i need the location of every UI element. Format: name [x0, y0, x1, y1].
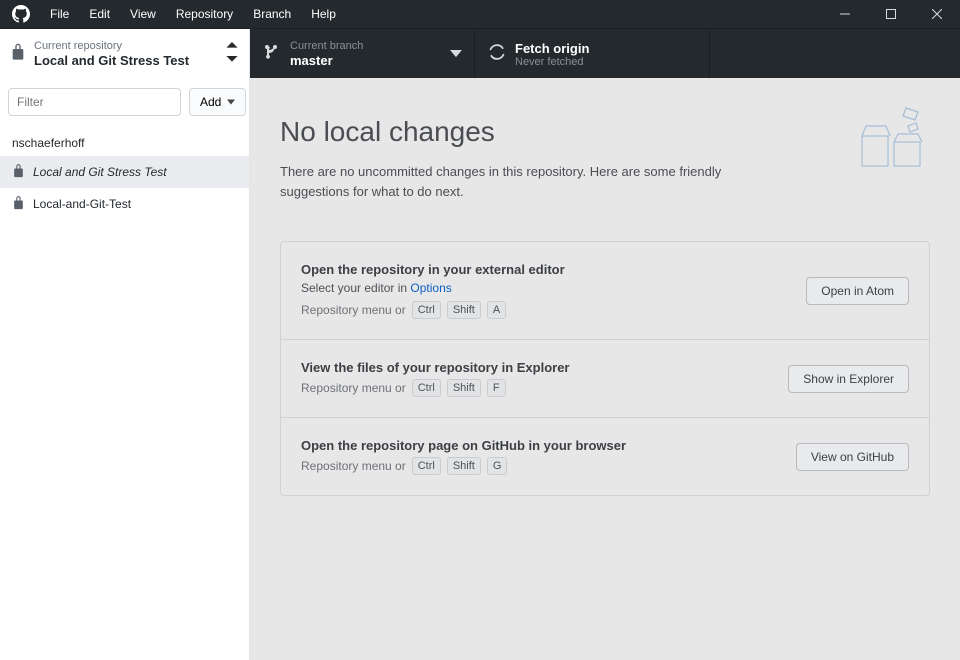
- github-logo-icon: [12, 5, 30, 23]
- menu-view[interactable]: View: [120, 0, 166, 28]
- menu-edit[interactable]: Edit: [79, 0, 120, 28]
- kbd-key: Ctrl: [412, 379, 441, 397]
- card-subtext: Select your editor in Options: [301, 281, 565, 295]
- menu-repository[interactable]: Repository: [166, 0, 243, 28]
- card-title: Open the repository page on GitHub in yo…: [301, 438, 626, 453]
- card-hint: Repository menu or Ctrl Shift A: [301, 301, 565, 319]
- sidebar: Add nschaeferhoff Local and Git Stress T…: [0, 78, 250, 660]
- sync-icon: [489, 44, 505, 63]
- kbd-key: Shift: [447, 301, 481, 319]
- fetch-status: Never fetched: [515, 56, 589, 68]
- fetch-button[interactable]: Fetch origin Never fetched: [475, 29, 710, 78]
- toolbar: Current repository Local and Git Stress …: [0, 28, 960, 78]
- menu-file[interactable]: File: [40, 0, 79, 28]
- chevron-down-icon: [227, 98, 235, 106]
- page-title: No local changes: [280, 116, 930, 148]
- options-link[interactable]: Options: [410, 281, 451, 295]
- kbd-key: Ctrl: [412, 457, 441, 475]
- lock-icon: [12, 194, 25, 214]
- repo-list-item[interactable]: Local and Git Stress Test: [0, 156, 249, 188]
- repo-dropdown-value: Local and Git Stress Test: [34, 53, 225, 68]
- title-bar: File Edit View Repository Branch Help: [0, 0, 960, 28]
- suggestion-cards: Open the repository in your external edi…: [280, 241, 930, 496]
- suggestion-card: View the files of your repository in Exp…: [281, 340, 929, 418]
- card-hint: Repository menu or Ctrl Shift G: [301, 457, 626, 475]
- repo-list-item[interactable]: Local-and-Git-Test: [0, 188, 249, 220]
- git-branch-icon: [264, 44, 280, 63]
- sidebar-section-label: nschaeferhoff: [0, 126, 249, 156]
- kbd-key: A: [487, 301, 506, 319]
- branch-dropdown-label: Current branch: [290, 40, 363, 52]
- repo-list-item-name: Local and Git Stress Test: [33, 165, 167, 179]
- add-button-label: Add: [200, 95, 221, 109]
- chevron-down-icon: [450, 47, 462, 61]
- fetch-label: Fetch origin: [515, 41, 589, 56]
- minimize-button[interactable]: [822, 0, 868, 28]
- menu-branch[interactable]: Branch: [243, 0, 301, 28]
- card-action-button[interactable]: View on GitHub: [796, 443, 909, 471]
- kbd-key: Shift: [447, 457, 481, 475]
- card-title: View the files of your repository in Exp…: [301, 360, 570, 375]
- page-subtitle: There are no uncommitted changes in this…: [280, 162, 790, 201]
- menu-help[interactable]: Help: [301, 0, 346, 28]
- suggestion-card: Open the repository in your external edi…: [281, 242, 929, 340]
- filter-input[interactable]: [8, 88, 181, 116]
- maximize-button[interactable]: [868, 0, 914, 28]
- menu-items: File Edit View Repository Branch Help: [40, 0, 346, 28]
- window-controls: [822, 0, 960, 28]
- repo-dropdown[interactable]: Current repository Local and Git Stress …: [0, 29, 250, 78]
- lock-icon: [10, 41, 26, 65]
- card-action-button[interactable]: Show in Explorer: [788, 365, 909, 393]
- card-title: Open the repository in your external edi…: [301, 262, 565, 277]
- kbd-key: F: [487, 379, 506, 397]
- suggestion-card: Open the repository page on GitHub in yo…: [281, 418, 929, 495]
- branch-dropdown[interactable]: Current branch master: [250, 29, 475, 78]
- repo-list-item-name: Local-and-Git-Test: [33, 197, 131, 211]
- branch-dropdown-value: master: [290, 53, 363, 68]
- chevron-up-down-icon: [225, 42, 239, 65]
- kbd-key: Shift: [447, 379, 481, 397]
- card-hint: Repository menu or Ctrl Shift F: [301, 379, 570, 397]
- card-action-button[interactable]: Open in Atom: [806, 277, 909, 305]
- toolbar-spacer: [710, 29, 960, 78]
- close-button[interactable]: [914, 0, 960, 28]
- add-button[interactable]: Add: [189, 88, 246, 116]
- kbd-key: Ctrl: [412, 301, 441, 319]
- main-pane: No local changes There are no uncommitte…: [250, 78, 960, 660]
- kbd-key: G: [487, 457, 508, 475]
- lock-icon: [12, 162, 25, 182]
- empty-state-illustration: [856, 96, 936, 176]
- repo-dropdown-label: Current repository: [34, 40, 225, 52]
